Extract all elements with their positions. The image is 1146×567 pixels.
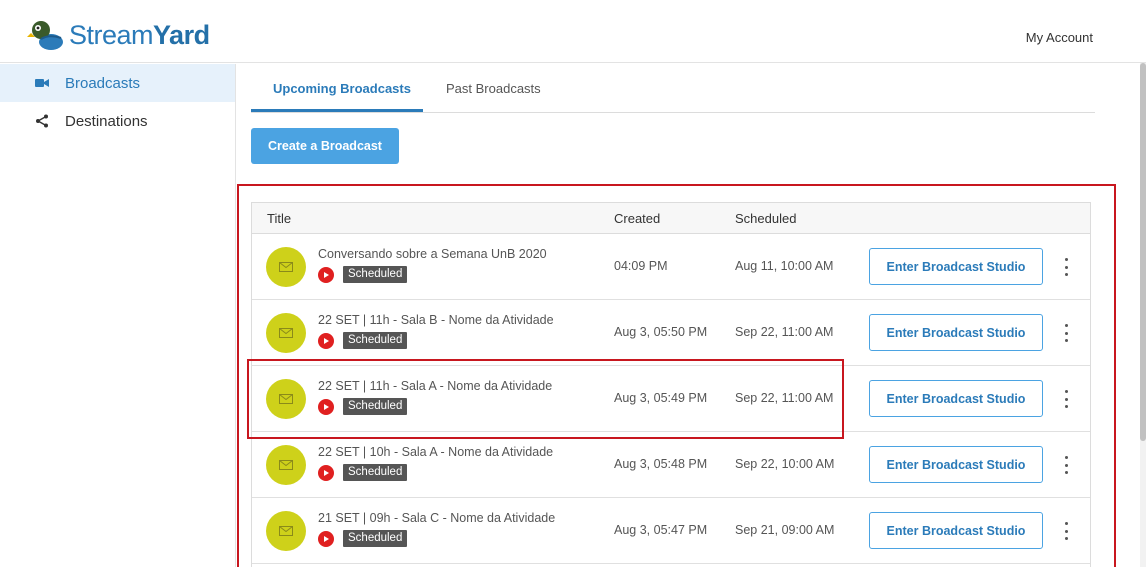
sidebar-item-broadcasts[interactable]: Broadcasts xyxy=(0,64,235,102)
video-camera-icon xyxy=(34,75,50,91)
sidebar-item-label: Broadcasts xyxy=(65,74,141,92)
sidebar-item-label: Destinations xyxy=(65,112,148,130)
annotation-box-row xyxy=(247,359,844,439)
scrollbar-thumb[interactable] xyxy=(1140,63,1146,441)
sidebar: Broadcasts Destinations xyxy=(0,64,236,567)
active-tab-indicator xyxy=(251,109,423,112)
duck-logo-icon xyxy=(27,21,63,50)
page-scrollbar[interactable] xyxy=(1140,63,1146,567)
create-broadcast-button[interactable]: Create a Broadcast xyxy=(251,128,399,164)
my-account-link[interactable]: My Account xyxy=(1026,30,1093,45)
tab-past-broadcasts[interactable]: Past Broadcasts xyxy=(446,81,541,96)
share-icon xyxy=(34,113,50,129)
tab-upcoming-broadcasts[interactable]: Upcoming Broadcasts xyxy=(273,81,411,96)
top-bar: StreamYard My Account xyxy=(0,0,1146,63)
broadcast-tabs: Upcoming Broadcasts Past Broadcasts xyxy=(251,64,1095,113)
sidebar-item-destinations[interactable]: Destinations xyxy=(0,102,235,140)
streamyard-logo[interactable]: StreamYard xyxy=(27,18,210,52)
logo-text: StreamYard xyxy=(69,19,210,50)
